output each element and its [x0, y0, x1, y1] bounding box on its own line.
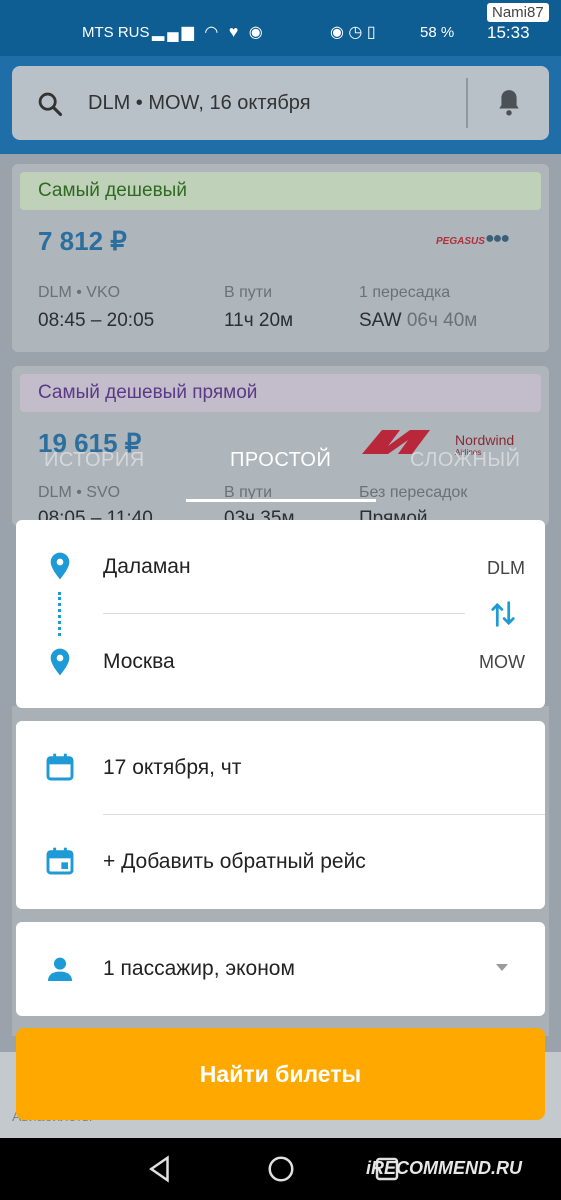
- home-icon[interactable]: [266, 1154, 296, 1184]
- watermark-username: Nami87: [487, 3, 549, 22]
- search-bar[interactable]: DLM • MOW, 16 октября: [12, 66, 549, 140]
- destination-code: MOW: [479, 652, 525, 672]
- find-tickets-button[interactable]: Найти билеты: [16, 1028, 545, 1120]
- carrier-label: MTS RUS: [82, 24, 150, 41]
- status-icons: ◉ ◷ ▯: [330, 24, 376, 41]
- times: 08:45 – 20:05: [38, 310, 155, 331]
- result-card-cheapest[interactable]: Самый дешевый 7 812 ₽ PEGASUS ●●● DLM • …: [12, 164, 549, 352]
- badge-cheapest: Самый дешевый: [20, 172, 541, 210]
- route-dots: [58, 592, 62, 636]
- dropdown-arrow-icon: [496, 964, 508, 971]
- stops-label: 1 пересадка: [359, 284, 451, 301]
- tab-simple[interactable]: Простой: [230, 449, 331, 472]
- duration: 11ч 20м: [224, 310, 294, 331]
- airline-dots-icon: ●●●: [485, 230, 510, 247]
- passengers-panel[interactable]: 1 пассажир, эконом: [16, 922, 545, 1016]
- person-icon: [48, 957, 72, 981]
- swap-icon[interactable]: [489, 598, 517, 630]
- search-icon: [38, 92, 63, 117]
- back-icon[interactable]: [145, 1154, 175, 1184]
- tab-complex[interactable]: Сложный: [410, 449, 521, 472]
- watermark-logo: iRECOMMEND.RU: [366, 1158, 522, 1178]
- price: 7 812 ₽: [38, 226, 127, 256]
- tab-history[interactable]: История: [44, 449, 145, 472]
- calendar-icon: [46, 753, 74, 781]
- destination-pin-icon: [50, 648, 70, 676]
- divider: [103, 613, 465, 614]
- destination-field[interactable]: Москва: [103, 650, 175, 674]
- signal-wifi-icons: ▂▄▆ ◠ ♥ ◉: [152, 24, 266, 41]
- app-header: DLM • MOW, 16 октября: [0, 56, 561, 154]
- airline-logo: PEGASUS: [436, 236, 485, 247]
- result-card-direct[interactable]: Самый дешевый прямой 19 615 ₽ Nordwind A…: [12, 366, 549, 529]
- tab-indicator: [186, 499, 376, 502]
- search-query: DLM • MOW, 16 октября: [88, 92, 311, 114]
- clock: 15:33: [487, 23, 530, 42]
- origin-code: DLM: [486, 558, 525, 578]
- add-return-button[interactable]: + Добавить обратный рейс: [103, 850, 366, 874]
- divider: [103, 814, 545, 815]
- origin-field[interactable]: Даламан: [103, 555, 191, 579]
- route-label: DLM • VKO: [38, 284, 121, 301]
- stop-info: SAW 06ч 40м: [359, 310, 478, 331]
- calendar-return-icon: [46, 847, 74, 875]
- divider: [466, 78, 468, 128]
- route-label: DLM • SVO: [38, 484, 121, 501]
- badge-direct: Самый дешевый прямой: [20, 374, 541, 412]
- duration-label: В пути: [224, 284, 273, 301]
- bell-icon[interactable]: [496, 86, 522, 118]
- dates-panel: 17 октября, чт + Добавить обратный рейс: [16, 721, 545, 909]
- battery-label: 58 %: [420, 24, 455, 41]
- departure-date-field[interactable]: 17 октября, чт: [103, 756, 241, 780]
- origin-pin-icon: [50, 552, 70, 580]
- passengers-field: 1 пассажир, эконом: [103, 957, 295, 980]
- airline-name: Nordwind: [455, 432, 515, 448]
- route-panel: Даламан DLM Москва MOW: [16, 520, 545, 708]
- status-bar: MTS RUS ▂▄▆ ◠ ♥ ◉ ◉ ◷ ▯ 58 % 15:33: [0, 0, 561, 56]
